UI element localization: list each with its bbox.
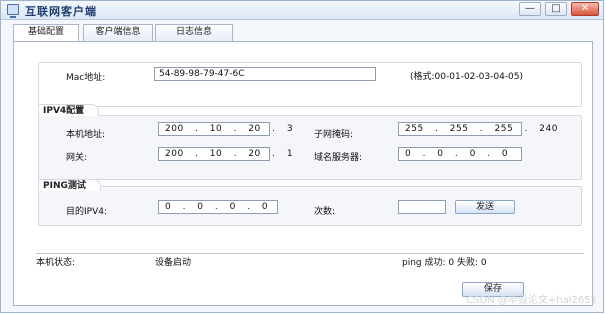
basic-config-panel: Mac地址: 54-89-98-79-47-6C (格式:00-01-02-03… (13, 41, 593, 306)
mac-format-hint: (格式:00-01-02-03-04-05) (410, 72, 524, 82)
device-status-label: 本机状态: (36, 258, 76, 268)
app-window: 互联网客户端 — □ ✕ 基础配置 客户端信息 日志信息 Mac地址: 54-8… (0, 0, 604, 313)
tab-client-info[interactable]: 客户端信息 (83, 24, 153, 41)
gateway-input[interactable]: 200 . 10 . 20 . 1 (158, 147, 293, 161)
maximize-button[interactable]: □ (545, 2, 567, 16)
dns-server-label: 域名服务器: (314, 153, 363, 163)
minimize-button[interactable]: — (519, 2, 541, 16)
tab-basic-config[interactable]: 基础配置 (13, 24, 79, 42)
subnet-mask-label: 子网掩码: (314, 130, 354, 140)
window-title: 互联网客户端 (25, 5, 97, 18)
mac-input[interactable]: 54-89-98-79-47-6C (154, 67, 376, 81)
ipv4-legend: IPV4配置 (38, 104, 100, 116)
tab-log-info[interactable]: 日志信息 (155, 24, 233, 41)
monitor-icon (7, 4, 19, 18)
device-status-value: 设备启动 (155, 258, 192, 268)
mac-label: Mac地址: (66, 73, 106, 83)
ping-count-input[interactable] (398, 200, 446, 214)
host-address-input[interactable]: 200 . 10 . 20 . 3 (158, 122, 293, 136)
ping-count-label: 次数: (314, 207, 336, 217)
watermark-text: CSDN @毕设论文+hal2651 (466, 295, 597, 306)
close-button[interactable]: ✕ (571, 2, 599, 16)
title-bar[interactable]: 互联网客户端 — □ ✕ (1, 1, 603, 20)
ping-target-label: 目的IPV4: (66, 207, 107, 217)
ping-target-input[interactable]: 0 . 0 . 0 . 0 (158, 200, 278, 214)
ping-legend: PING测试 (38, 179, 101, 191)
subnet-mask-input[interactable]: 255 . 255 . 255 . 240 (398, 122, 557, 136)
send-button[interactable]: 发送 (455, 200, 515, 214)
host-address-label: 本机地址: (66, 130, 106, 140)
dns-server-input[interactable]: 0 . 0 . 0 . 0 (398, 147, 522, 161)
status-divider (36, 253, 584, 254)
gateway-label: 网关: (66, 153, 88, 163)
ping-result-text: ping 成功: 0 失败: 0 (402, 258, 487, 268)
